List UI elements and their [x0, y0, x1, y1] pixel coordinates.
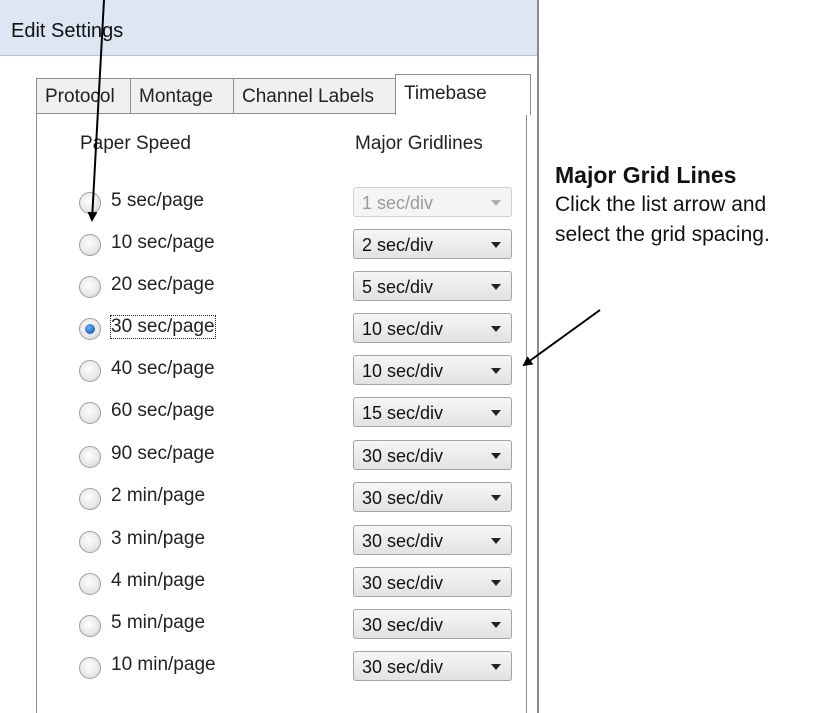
major-gridlines-dropdown[interactable]: 30 sec/div [353, 567, 512, 597]
paper-speed-label[interactable]: 10 sec/page [111, 232, 215, 254]
paper-speed-label[interactable]: 3 min/page [111, 528, 205, 550]
chevron-down-icon[interactable] [491, 242, 501, 248]
major-gridlines-dropdown[interactable]: 15 sec/div [353, 397, 512, 427]
paper-speed-label[interactable]: 60 sec/page [111, 400, 215, 422]
tab-channel-labels[interactable]: Channel Labels [233, 78, 396, 114]
paper-speed-radio[interactable] [79, 192, 101, 214]
major-gridlines-dropdown[interactable]: 30 sec/div [353, 651, 512, 681]
paper-speed-radio[interactable] [79, 615, 101, 637]
paper-speed-label[interactable]: 40 sec/page [111, 358, 215, 380]
major-gridlines-dropdown[interactable]: 30 sec/div [353, 440, 512, 470]
dropdown-value: 30 sec/div [362, 573, 444, 593]
major-gridlines-dropdown[interactable]: 30 sec/div [353, 482, 512, 512]
major-gridlines-dropdown[interactable]: 5 sec/div [353, 271, 512, 301]
chevron-down-icon[interactable] [491, 410, 501, 416]
annotation-callout: Major Grid Lines Click the list arrow an… [555, 160, 817, 250]
paper-speed-label[interactable]: 5 sec/page [111, 190, 204, 212]
window-title: Edit Settings [11, 20, 124, 42]
chevron-down-icon[interactable] [491, 622, 501, 628]
dropdown-value: 30 sec/div [362, 615, 444, 635]
paper-speed-radio[interactable] [79, 234, 101, 256]
dropdown-value: 5 sec/div [362, 277, 434, 297]
paper-speed-radio[interactable] [79, 276, 101, 298]
chevron-down-icon[interactable] [491, 664, 501, 670]
title-bar[interactable]: Edit Settings [0, 0, 537, 56]
annotation-body: Click the list arrow and select the grid… [555, 193, 770, 246]
chevron-down-icon[interactable] [491, 495, 501, 501]
chevron-down-icon[interactable] [491, 453, 501, 459]
chevron-down-icon [491, 200, 501, 206]
dropdown-value: 15 sec/div [362, 403, 444, 423]
paper-speed-radio[interactable] [79, 318, 101, 340]
annotation-heading: Major Grid Lines [555, 162, 737, 188]
dropdown-value: 30 sec/div [362, 657, 444, 677]
dropdown-value: 30 sec/div [362, 488, 444, 508]
major-gridlines-dropdown[interactable]: 10 sec/div [353, 313, 512, 343]
tab-montage[interactable]: Montage [130, 78, 234, 114]
chevron-down-icon[interactable] [491, 368, 501, 374]
chevron-down-icon[interactable] [491, 326, 501, 332]
dropdown-value: 2 sec/div [362, 235, 434, 255]
edit-settings-window: Edit Settings Protocol Montage Channel L… [0, 0, 539, 713]
paper-speed-radio[interactable] [79, 402, 101, 424]
dropdown-value: 1 sec/div [362, 193, 434, 213]
chevron-down-icon[interactable] [491, 538, 501, 544]
major-gridlines-dropdown[interactable]: 2 sec/div [353, 229, 512, 259]
chevron-down-icon[interactable] [491, 580, 501, 586]
major-gridlines-dropdown: 1 sec/div [353, 187, 512, 217]
paper-speed-radio[interactable] [79, 531, 101, 553]
paper-speed-label[interactable]: 90 sec/page [111, 443, 215, 465]
major-gridlines-dropdown[interactable]: 30 sec/div [353, 525, 512, 555]
tab-protocol[interactable]: Protocol [36, 78, 131, 114]
tab-timebase[interactable]: Timebase [395, 74, 531, 115]
paper-speed-label[interactable]: 4 min/page [111, 570, 205, 592]
major-gridlines-header: Major Gridlines [355, 133, 483, 154]
paper-speed-header: Paper Speed [80, 133, 191, 154]
chevron-down-icon[interactable] [491, 284, 501, 290]
major-gridlines-dropdown[interactable]: 30 sec/div [353, 609, 512, 639]
paper-speed-radio[interactable] [79, 488, 101, 510]
paper-speed-label[interactable]: 20 sec/page [111, 274, 215, 296]
paper-speed-radio[interactable] [79, 360, 101, 382]
major-gridlines-dropdown[interactable]: 10 sec/div [353, 355, 512, 385]
dropdown-value: 30 sec/div [362, 446, 444, 466]
paper-speed-radio[interactable] [79, 657, 101, 679]
paper-speed-radio[interactable] [79, 573, 101, 595]
dropdown-value: 30 sec/div [362, 531, 444, 551]
paper-speed-label[interactable]: 10 min/page [111, 654, 216, 676]
paper-speed-label[interactable]: 30 sec/page [110, 315, 216, 339]
dropdown-value: 10 sec/div [362, 319, 444, 339]
paper-speed-radio[interactable] [79, 446, 101, 468]
dropdown-value: 10 sec/div [362, 361, 444, 381]
paper-speed-label[interactable]: 5 min/page [111, 612, 205, 634]
paper-speed-label[interactable]: 2 min/page [111, 485, 205, 507]
